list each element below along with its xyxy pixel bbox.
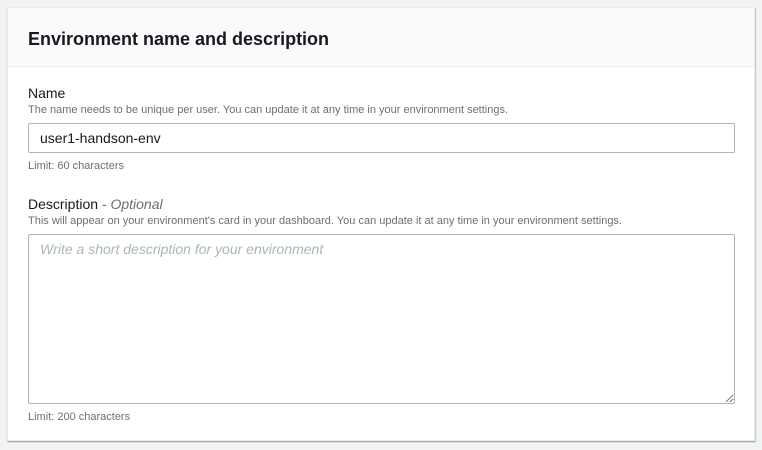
name-input[interactable] [28, 123, 735, 153]
description-constraint: Limit: 200 characters [28, 411, 131, 423]
description-help: This will appear on your environment's c… [28, 215, 622, 227]
description-textarea[interactable] [28, 234, 735, 404]
name-label: Name [28, 85, 66, 101]
description-label: Description [28, 196, 99, 212]
panel-header: Environment name and description [8, 8, 754, 67]
environment-settings-panel: Environment name and description Name Th… [7, 7, 755, 441]
panel-title: Environment name and description [28, 29, 330, 49]
optional-tag: - Optional [101, 196, 163, 212]
name-field-group: Name The name needs to be unique per use… [28, 84, 735, 173]
panel-body: Name The name needs to be unique per use… [8, 67, 754, 424]
name-description: The name needs to be unique per user. Yo… [28, 104, 509, 116]
description-label-row: Description - Optional [28, 195, 734, 213]
name-constraint: Limit: 60 characters [28, 160, 124, 172]
description-field-group: Description - Optional This will appear … [28, 195, 735, 424]
